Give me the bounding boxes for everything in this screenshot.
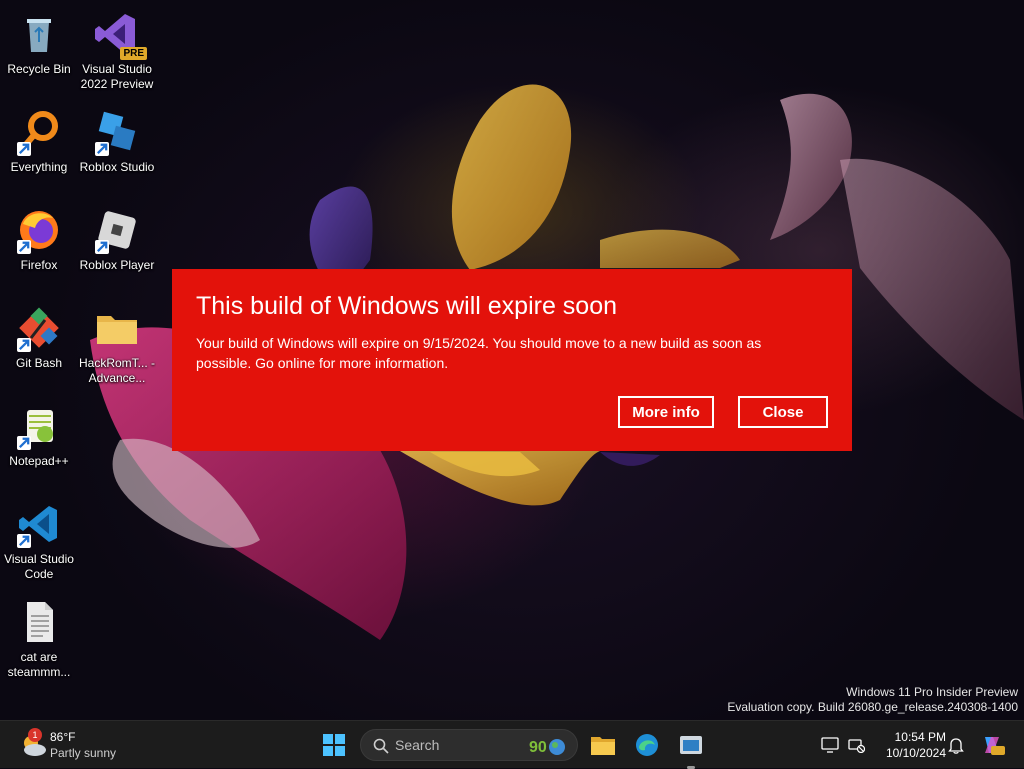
expiry-dialog: This build of Windows will expire soon Y… [172,269,852,451]
desktop-icon-label: HackRomT... - Advance... [78,356,155,385]
weather-condition: Partly sunny [50,746,117,760]
desktop-icon-label: cat are steammm... [7,650,71,679]
everything-search-icon [15,108,63,156]
taskbar-clock[interactable]: 10:54 PM 10/10/2024 [870,729,946,761]
watermark-build: Evaluation copy. Build 26080.ge_release.… [727,700,1018,714]
desktop-icon-label: Visual Studio 2022 Preview [80,62,154,91]
desktop-icon-everything[interactable]: Everything [0,104,78,196]
desktop-icon-label: Roblox Studio [79,160,155,174]
network-icon [848,739,865,753]
shortcut-arrow-icon [17,240,31,254]
app-window-icon [680,736,702,754]
recycle-bin-icon [15,10,63,58]
git-bash-icon [15,304,63,352]
desktop-icon-roblox-studio[interactable]: Roblox Studio [78,104,156,196]
desktop-icon-label: Everything [10,160,68,174]
copilot-button[interactable] [976,729,1008,761]
shortcut-arrow-icon [95,142,109,156]
visual-studio-icon: PRE [93,10,147,60]
desktop-icon-notepad-plus-plus[interactable]: Notepad++ [0,398,78,490]
edge-button[interactable] [631,729,663,761]
search-icon [373,738,389,754]
folder-icon [93,304,141,352]
roblox-studio-icon [93,108,141,156]
weather-alert-badge: 1 [28,728,42,742]
evaluation-watermark: Windows 11 Pro Insider Preview Evaluatio… [727,685,1018,715]
dialog-title: This build of Windows will expire soon [196,292,618,320]
notifications-button[interactable] [940,729,972,761]
weather-widget[interactable]: 1 86°F Partly sunny [16,727,136,763]
more-info-button[interactable]: More info [618,396,714,428]
file-explorer-icon [591,737,615,755]
vscode-icon [15,500,63,548]
display-icon [821,737,839,753]
clock-date: 10/10/2024 [885,746,946,760]
shortcut-arrow-icon [17,436,31,450]
desktop-icon-label: Roblox Player [79,258,155,272]
desktop-icon-label: Git Bash [15,356,63,370]
dialog-message: Your build of Windows will expire on 9/1… [196,335,762,371]
taskbar: 1 86°F Partly sunny 90 [0,720,1024,769]
shortcut-arrow-icon [17,534,31,548]
desktop-icon-firefox[interactable]: Firefox [0,202,78,294]
desktop-icon-visual-studio[interactable]: PRE Visual Studio 2022 Preview [78,6,156,98]
shortcut-arrow-icon [17,338,31,352]
preview-badge: PRE [120,47,147,60]
desktop-icon-folder[interactable]: HackRomT... - Advance... [78,300,156,392]
firefox-icon [15,206,63,254]
search-highlight-icon: 90 [529,739,565,756]
desktop-icon-recycle-bin[interactable]: Recycle Bin [0,6,78,98]
desktop-icon-git-bash[interactable]: Git Bash [0,300,78,392]
clock-time: 10:54 PM [894,730,946,744]
watermark-edition: Windows 11 Pro Insider Preview [846,685,1018,699]
app-window-button[interactable] [675,729,707,761]
file-explorer-button[interactable] [587,729,619,761]
search-input[interactable] [395,735,515,755]
network-tray-button[interactable] [840,729,872,761]
notepad-plus-plus-icon [15,402,63,450]
svg-text:90: 90 [529,739,547,756]
start-button[interactable] [318,729,350,761]
shortcut-arrow-icon [17,142,31,156]
text-file-icon [15,598,63,646]
desktop: Recycle Bin Everything Firefox Git Bash … [0,0,1024,720]
desktop-icon-vscode[interactable]: Visual Studio Code [0,496,78,588]
weather-temperature: 86°F [50,730,76,744]
desktop-icon-label: Notepad++ [9,454,69,468]
close-button[interactable]: Close [738,396,828,428]
desktop-icon-label: Firefox [20,258,58,272]
start-icon [323,734,345,756]
shortcut-arrow-icon [95,240,109,254]
copilot-icon [985,737,1005,755]
desktop-icon-roblox-player[interactable]: Roblox Player [78,202,156,294]
taskbar-search[interactable]: 90 [360,729,578,761]
notification-bell-icon [948,738,964,754]
roblox-player-icon [93,206,141,254]
desktop-icon-label: Recycle Bin [7,62,71,76]
desktop-icon-label: Visual Studio Code [4,552,74,581]
edge-icon [636,734,658,756]
desktop-icon-text-file[interactable]: cat are steammm... [0,594,78,686]
